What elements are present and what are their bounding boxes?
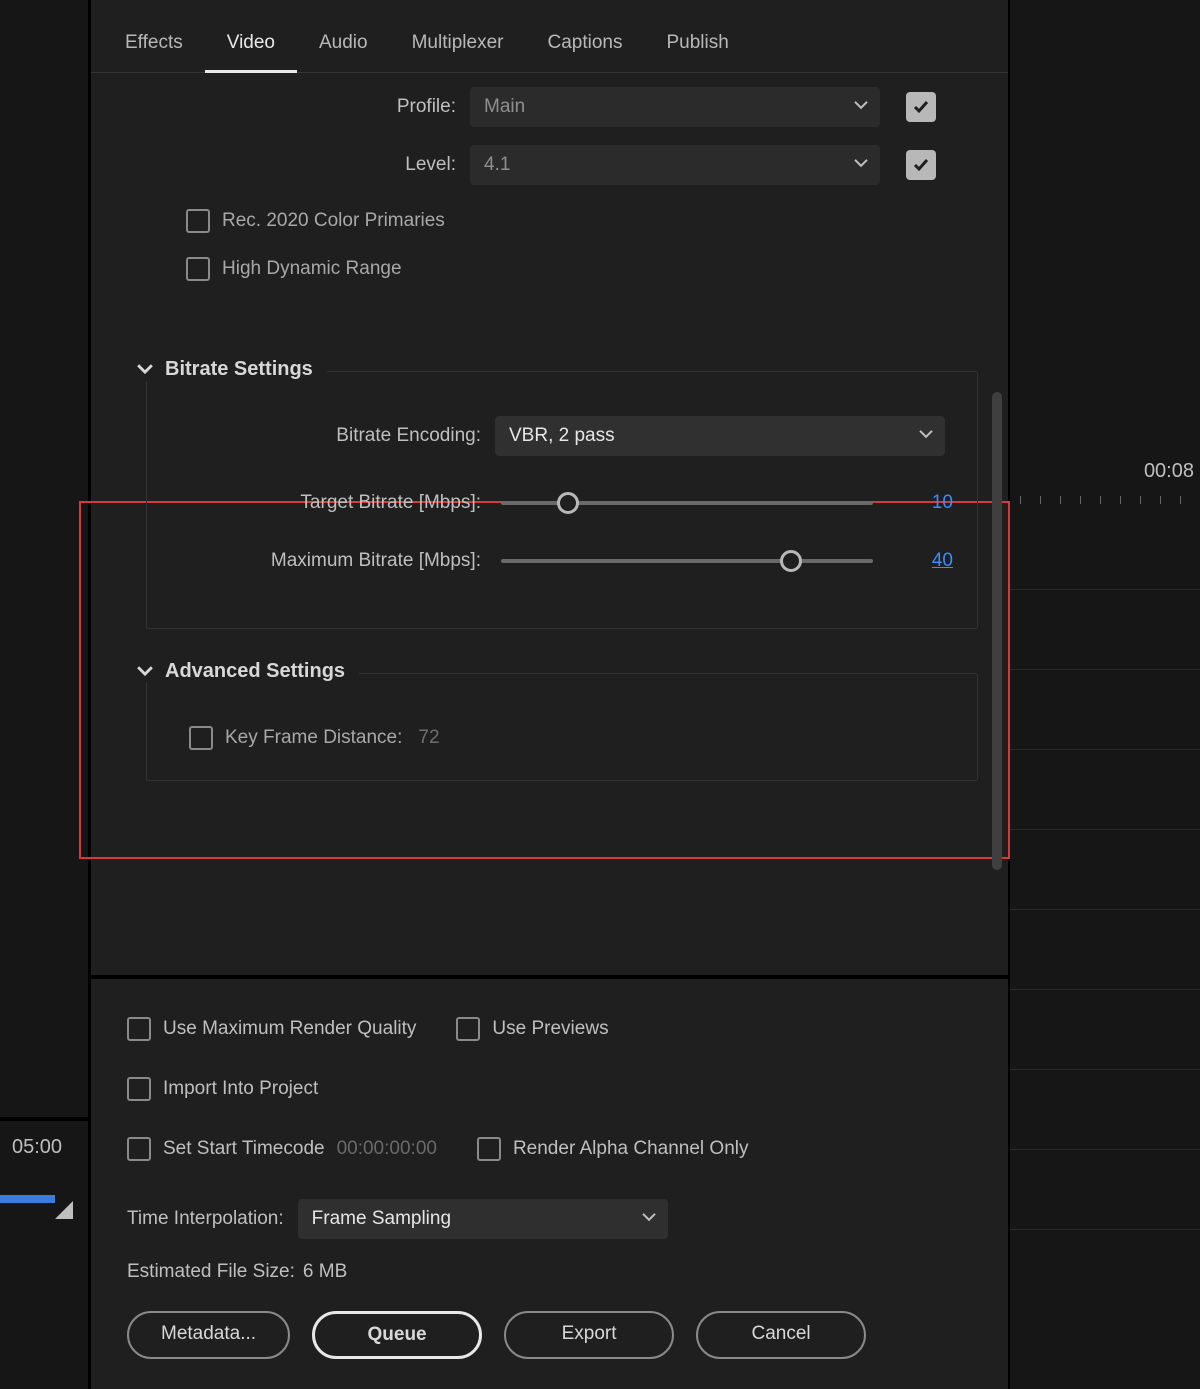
bitrate-encoding-value: VBR, 2 pass [509, 425, 615, 447]
queue-button[interactable]: Queue [312, 1311, 482, 1359]
chevron-down-icon [854, 152, 868, 174]
settings-tabs: Effects Video Audio Multiplexer Captions… [91, 0, 1008, 73]
chevron-down-icon [919, 423, 933, 445]
level-label: Level: [146, 154, 456, 176]
timeline-ruler-area: 00:08 [1010, 0, 1200, 1389]
profile-checkbox[interactable] [906, 92, 936, 122]
max-bitrate-slider[interactable] [501, 559, 873, 563]
rec2020-label: Rec. 2020 Color Primaries [222, 210, 445, 232]
time-interpolation-dropdown[interactable]: Frame Sampling [298, 1199, 668, 1239]
scrollbar-thumb[interactable] [992, 392, 1002, 870]
export-settings-panel: Effects Video Audio Multiplexer Captions… [90, 0, 1010, 1389]
ruler-timecode: 00:08 [1144, 460, 1194, 483]
hdr-label: High Dynamic Range [222, 258, 402, 280]
keyframe-distance-checkbox[interactable] [189, 726, 213, 750]
estimated-size-label: Estimated File Size: [127, 1261, 295, 1283]
level-dropdown[interactable]: 4.1 [470, 145, 880, 185]
max-bitrate-label: Maximum Bitrate [Mbps]: [171, 550, 481, 572]
export-footer: Use Maximum Render Quality Use Previews … [91, 975, 1008, 1389]
slider-thumb[interactable] [780, 550, 802, 572]
max-render-quality-checkbox[interactable] [127, 1017, 151, 1041]
advanced-settings-section: Advanced Settings Key Frame Distance: 72 [146, 673, 978, 781]
tab-multiplexer[interactable]: Multiplexer [390, 22, 526, 72]
tab-captions[interactable]: Captions [525, 22, 644, 72]
bitrate-encoding-label: Bitrate Encoding: [171, 425, 481, 447]
time-interpolation-value: Frame Sampling [312, 1208, 451, 1230]
use-previews-checkbox[interactable] [456, 1017, 480, 1041]
estimated-size-value: 6 MB [303, 1261, 347, 1283]
bitrate-section-title: Bitrate Settings [165, 358, 313, 381]
profile-dropdown[interactable]: Main [470, 87, 880, 127]
set-start-timecode-label: Set Start Timecode [163, 1138, 325, 1160]
tab-video[interactable]: Video [205, 22, 297, 73]
bitrate-encoding-dropdown[interactable]: VBR, 2 pass [495, 416, 945, 456]
target-bitrate-label: Target Bitrate [Mbps]: [171, 492, 481, 514]
chevron-down-icon [854, 94, 868, 116]
profile-label: Profile: [146, 96, 456, 118]
slider-thumb[interactable] [557, 492, 579, 514]
max-bitrate-value[interactable]: 40 [907, 550, 953, 572]
disclosure-triangle-icon[interactable] [137, 359, 153, 381]
import-into-project-label: Import Into Project [163, 1078, 318, 1100]
import-into-project-checkbox[interactable] [127, 1077, 151, 1101]
render-alpha-checkbox[interactable] [477, 1137, 501, 1161]
timeline-clip-indicator [0, 1195, 55, 1203]
level-checkbox[interactable] [906, 150, 936, 180]
max-render-quality-label: Use Maximum Render Quality [163, 1018, 416, 1040]
keyframe-distance-label: Key Frame Distance: [225, 727, 402, 749]
timeline-left-gutter: 05:00 [0, 0, 90, 1389]
divider [0, 1117, 88, 1121]
level-value: 4.1 [484, 154, 510, 176]
playhead-wedge-icon [55, 1201, 73, 1219]
cancel-button[interactable]: Cancel [696, 1311, 866, 1359]
metadata-button[interactable]: Metadata... [127, 1311, 290, 1359]
set-start-timecode-value: 00:00:00:00 [337, 1138, 437, 1160]
use-previews-label: Use Previews [492, 1018, 608, 1040]
set-start-timecode-checkbox[interactable] [127, 1137, 151, 1161]
keyframe-distance-value: 72 [418, 727, 439, 749]
target-bitrate-value[interactable]: 10 [907, 492, 953, 514]
tab-effects[interactable]: Effects [103, 22, 205, 72]
timecode-label: 05:00 [12, 1136, 62, 1159]
tab-audio[interactable]: Audio [297, 22, 390, 72]
video-settings-body: Profile: Main Level: 4.1 Rec. 2020 Color… [91, 87, 1008, 781]
ruler-ticks [1010, 490, 1200, 504]
target-bitrate-slider[interactable] [501, 501, 873, 505]
hdr-checkbox[interactable] [186, 257, 210, 281]
disclosure-triangle-icon[interactable] [137, 661, 153, 683]
bitrate-settings-section: Bitrate Settings Bitrate Encoding: VBR, … [146, 371, 978, 629]
profile-value: Main [484, 96, 525, 118]
time-interpolation-label: Time Interpolation: [127, 1208, 284, 1230]
advanced-section-title: Advanced Settings [165, 660, 345, 683]
tab-publish[interactable]: Publish [644, 22, 750, 72]
chevron-down-icon [642, 1206, 656, 1228]
export-button[interactable]: Export [504, 1311, 674, 1359]
rec2020-checkbox[interactable] [186, 209, 210, 233]
render-alpha-label: Render Alpha Channel Only [513, 1138, 749, 1160]
